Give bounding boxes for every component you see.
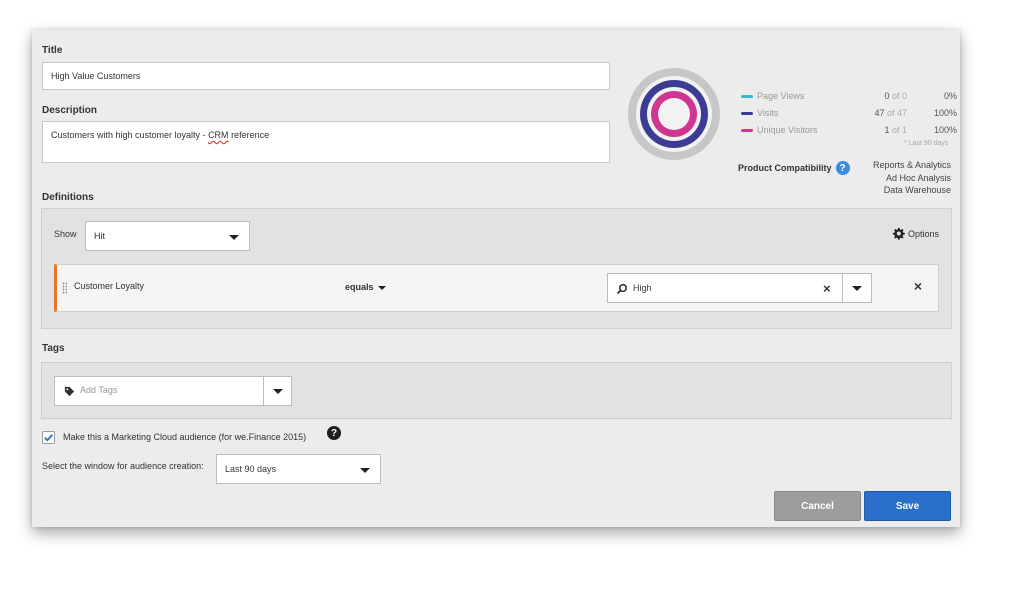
marketing-cloud-label: Make this a Marketing Cloud audience (fo… — [63, 432, 307, 442]
chevron-down-icon[interactable] — [852, 286, 862, 291]
stat-count-value: 0 — [884, 91, 890, 101]
description-text-prefix: Customers with high customer loyalty - — [51, 130, 209, 140]
stat-name: Unique Visitors — [757, 125, 818, 135]
marketing-cloud-checkbox[interactable] — [42, 431, 55, 444]
visits-swatch — [741, 112, 753, 115]
stat-of: of 47 — [886, 108, 907, 118]
compat-item: Reports & Analytics — [872, 160, 951, 170]
rule-dimension: Customer Loyalty — [74, 281, 145, 291]
remove-rule-icon[interactable]: × — [914, 278, 922, 294]
title-label: Title — [42, 45, 63, 56]
tags-container: Add Tags — [41, 362, 952, 419]
chevron-down-icon — [377, 286, 386, 290]
divider — [842, 274, 843, 302]
chevron-down-icon[interactable] — [273, 389, 283, 394]
compat-item: Data Warehouse — [883, 185, 951, 195]
segment-editor-panel: Title High Value Customers Description C… — [32, 30, 960, 527]
help-icon[interactable]: ? — [327, 426, 341, 440]
window-label: Select the window for audience creation: — [42, 461, 204, 471]
product-compatibility-label: Product Compatibility — [738, 163, 832, 173]
compat-item: Ad Hoc Analysis — [885, 172, 951, 183]
title-input-value: High Value Customers — [51, 71, 141, 81]
title-input[interactable]: High Value Customers — [42, 62, 610, 90]
stat-count-value: 47 — [874, 108, 885, 118]
stat-count: 0 of 0 — [884, 91, 907, 101]
drag-handle-icon[interactable] — [62, 282, 67, 294]
page-views-swatch — [741, 95, 753, 98]
product-compatibility: Product Compatibility ? — [738, 161, 850, 175]
definitions-label: Definitions — [42, 192, 94, 203]
segment-summary-donut — [628, 68, 720, 160]
description-text-suffix: reference — [228, 130, 270, 140]
summary-stats: Page Views 0 of 0 0% Visits 47 of 47 100… — [737, 90, 957, 141]
stat-of: of 1 — [891, 125, 907, 135]
chevron-down-icon — [360, 468, 370, 473]
stat-count: 47 of 47 — [874, 108, 907, 118]
save-button[interactable]: Save — [864, 491, 951, 521]
stat-row-page-views: Page Views 0 of 0 0% — [737, 90, 957, 107]
operator-value: equals — [345, 282, 374, 292]
stat-count-value: 1 — [884, 125, 890, 135]
options-label: Options — [907, 228, 939, 239]
description-label: Description — [42, 105, 98, 116]
unique-visitors-swatch — [741, 129, 753, 132]
stat-name: Page Views — [757, 91, 805, 101]
value-select[interactable]: High × — [607, 273, 872, 303]
show-label: Show — [54, 229, 77, 239]
description-text-crm: CRM — [208, 130, 229, 140]
chevron-down-icon — [229, 235, 239, 240]
last-days-note: * Last 90 days — [904, 140, 949, 147]
checkmark-icon — [44, 434, 54, 442]
show-select[interactable]: Hit — [85, 221, 250, 251]
stat-row-visits: Visits 47 of 47 100% — [737, 107, 957, 124]
stat-name: Visits — [757, 108, 779, 118]
tags-label: Tags — [42, 343, 65, 354]
tags-placeholder: Add Tags — [80, 385, 118, 395]
operator-dropdown[interactable]: equals — [345, 282, 386, 292]
window-select[interactable]: Last 90 days — [216, 454, 381, 484]
stat-count: 1 of 1 — [884, 125, 907, 135]
show-select-value: Hit — [94, 231, 105, 241]
stat-pct: 100% — [933, 125, 957, 135]
options-button[interactable]: Options — [892, 227, 939, 240]
description-textarea[interactable]: Customers with high customer loyalty - C… — [42, 121, 610, 163]
clear-icon[interactable]: × — [823, 281, 831, 296]
value-select-text: High — [633, 283, 652, 293]
gear-icon — [892, 227, 905, 240]
search-icon — [616, 284, 627, 295]
stat-pct: 100% — [933, 108, 957, 118]
stat-of: of 0 — [891, 91, 907, 101]
definitions-container: Show Hit Options Customer Loyalty equals — [41, 208, 952, 329]
tags-input[interactable]: Add Tags — [54, 376, 292, 406]
stat-pct: 0% — [943, 91, 957, 101]
help-icon[interactable]: ? — [835, 161, 850, 175]
window-select-value: Last 90 days — [225, 464, 277, 474]
cancel-button[interactable]: Cancel — [774, 491, 861, 521]
stat-row-unique-visitors: Unique Visitors 1 of 1 100% — [737, 124, 957, 141]
divider — [263, 377, 264, 405]
compatibility-list: Reports & Analytics Ad Hoc Analysis Data… — [873, 159, 951, 197]
tag-icon — [64, 386, 75, 397]
rule-row: Customer Loyalty equals High × × — [54, 264, 939, 312]
